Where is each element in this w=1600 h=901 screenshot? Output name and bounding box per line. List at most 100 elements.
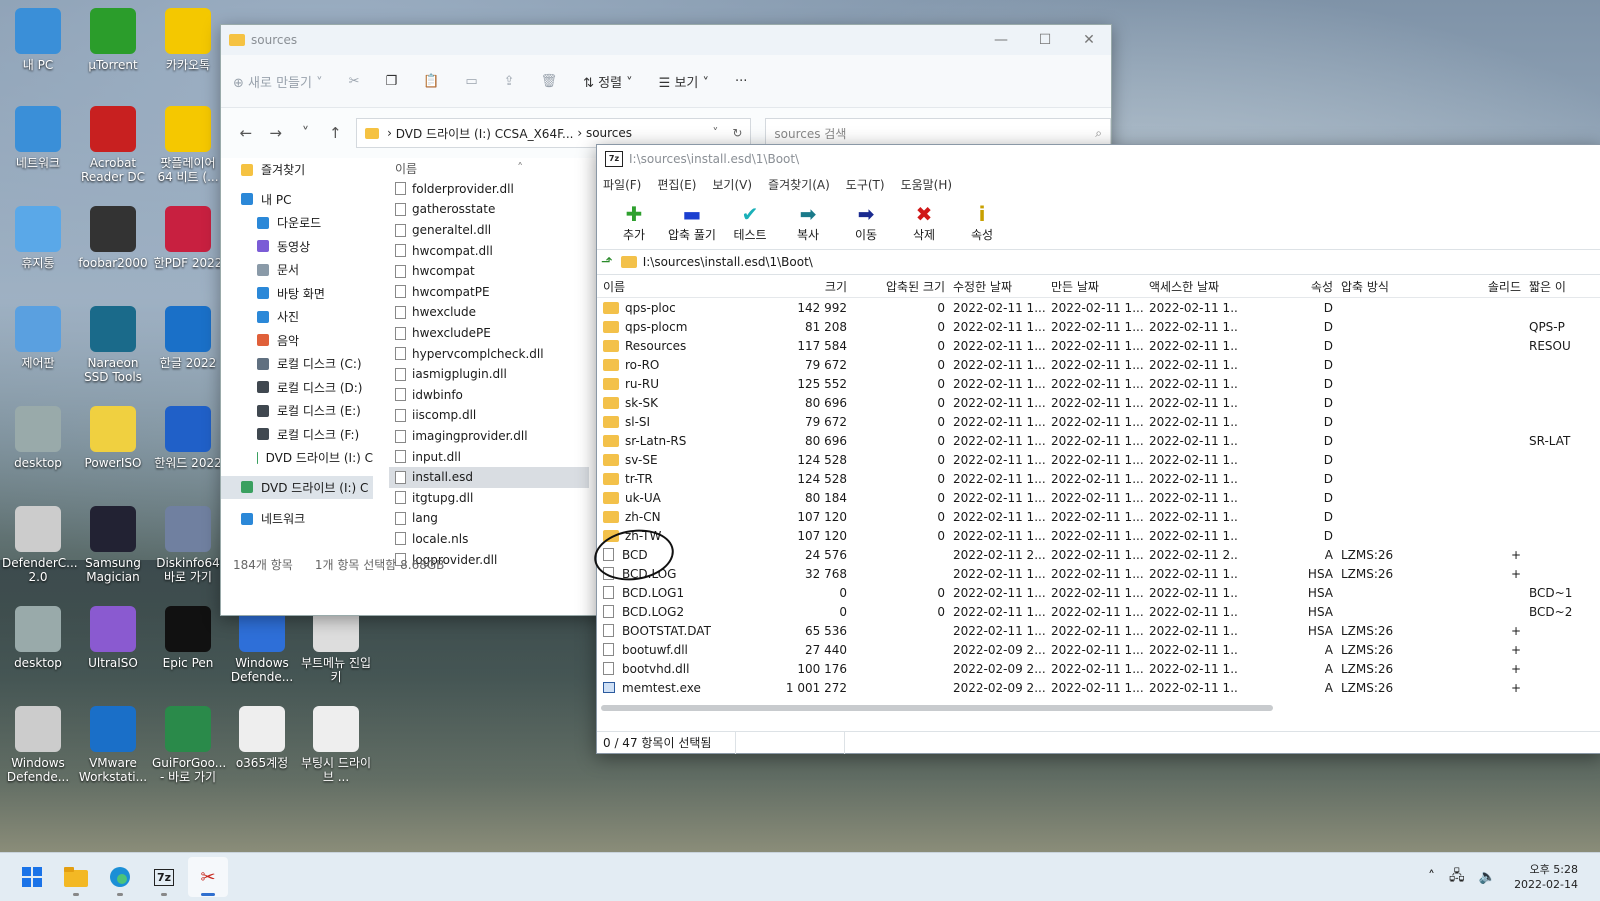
nav-item[interactable]: 로컬 디스크 (F:) (221, 423, 373, 447)
desktop-icon[interactable]: Windows Defende... (226, 606, 298, 684)
up-arrow-icon[interactable]: ↑ (320, 124, 350, 142)
table-row[interactable]: BOOTSTAT.DAT 65 536 2022-02-11 1... 2022-02… (597, 621, 1600, 640)
table-row[interactable]: tr-TR 124 528 0 2022-02-11 1... 2022-02-11 1… (597, 469, 1600, 488)
nav-item[interactable]: 다운로드 (221, 211, 373, 235)
table-row[interactable]: ru-RU 125 552 0 2022-02-11 1... 2022-02-11 1… (597, 374, 1600, 393)
desktop-icon[interactable]: desktop (2, 406, 74, 470)
desktop-icon[interactable]: DefenderC... 2.0 (2, 506, 78, 584)
recent-chevron-icon[interactable]: ˅ (291, 124, 321, 142)
table-row[interactable]: BCD.LOG1 0 0 2022-02-11 1... 2022-02-11 1...… (597, 583, 1600, 602)
horizontal-scrollbar[interactable] (601, 705, 1273, 711)
file-row[interactable]: hwexcludePE (389, 323, 589, 344)
column-header[interactable]: 짧은 이 (1525, 278, 1600, 295)
close-button[interactable]: ✕ (1067, 32, 1111, 48)
desktop-icon[interactable]: 제어판 (2, 306, 74, 370)
file-row[interactable]: install.esd (389, 466, 589, 488)
desktop-icon[interactable]: 카카오톡 (152, 8, 224, 72)
back-arrow-icon[interactable]: ← (231, 124, 261, 142)
table-row[interactable]: ro-RO 79 672 0 2022-02-11 1... 2022-02-11 1.… (597, 355, 1600, 374)
file-row[interactable]: folderprovider.dll (389, 179, 589, 200)
desktop-icon[interactable]: PowerISO (77, 406, 149, 470)
column-header[interactable]: 액세스한 날짜 (1145, 278, 1237, 295)
rename-icon[interactable]: ▭ (465, 74, 477, 89)
desktop-icon[interactable]: Acrobat Reader DC (77, 106, 149, 184)
file-row[interactable]: locale.nls (389, 529, 589, 550)
nav-item[interactable]: 바탕 화면 (221, 282, 373, 306)
paste-icon[interactable]: 📋 (423, 74, 439, 89)
menu-item[interactable]: 보기(V) (712, 176, 752, 193)
column-header[interactable]: 크기 (755, 278, 851, 295)
nav-item[interactable]: 로컬 디스크 (C:) (221, 352, 373, 376)
table-row[interactable]: sr-Latn-RS 80 696 0 2022-02-11 1... 2022-02-… (597, 431, 1600, 450)
edge-icon[interactable] (100, 857, 140, 897)
menu-item[interactable]: 도구(T) (846, 176, 885, 193)
column-header-name[interactable]: 이름 ˄ (389, 158, 589, 179)
folder-up-icon[interactable]: ⬏ (601, 254, 613, 270)
breadcrumb-drive[interactable]: DVD 드라이브 (I:) CCSA_X64F... (396, 125, 574, 142)
maximize-button[interactable]: ☐ (1023, 32, 1067, 48)
table-row[interactable]: Resources 117 584 0 2022-02-11 1... 2022-02-… (597, 336, 1600, 355)
table-row[interactable]: sl-SI 79 672 0 2022-02-11 1... 2022-02-11 1.… (597, 412, 1600, 431)
file-row[interactable]: hwcompat.dll (389, 240, 589, 261)
file-row[interactable]: iiscomp.dll (389, 405, 589, 426)
column-header[interactable]: 수정한 날짜 (949, 278, 1047, 295)
desktop-icon[interactable]: Windows Defende... (2, 706, 74, 784)
delete-icon[interactable]: 🗑 (541, 74, 558, 89)
view-button[interactable]: ☰ 보기 ˅ (659, 72, 709, 91)
toolbar-button[interactable]: ✚ 추가 (605, 202, 663, 249)
file-row[interactable]: imagingprovider.dll (389, 426, 589, 447)
snipping-tool-icon[interactable]: ✂ (188, 857, 228, 897)
nav-item[interactable]: 로컬 디스크 (E:) (221, 399, 373, 423)
nav-item[interactable]: 내 PC (221, 188, 373, 212)
table-row[interactable]: zh-CN 107 120 0 2022-02-11 1... 2022-02-11 1… (597, 507, 1600, 526)
file-row[interactable]: hwcompatPE (389, 282, 589, 303)
column-header[interactable]: 만든 날짜 (1047, 278, 1145, 295)
cut-icon[interactable]: ✂ (349, 74, 360, 89)
menu-item[interactable]: 편집(E) (657, 176, 696, 193)
address-dropdown-icon[interactable]: ˅ (712, 126, 718, 140)
desktop-icon[interactable]: 내 PC (2, 8, 74, 72)
desktop-icon[interactable]: µTorrent (77, 8, 149, 72)
table-row[interactable]: qps-plocm 81 208 0 2022-02-11 1... 2022-02-1… (597, 317, 1600, 336)
desktop-icon[interactable]: Naraeon SSD Tools (77, 306, 149, 384)
toolbar-button[interactable]: ➡ 복사 (779, 202, 837, 249)
nav-item[interactable]: 사진 (221, 305, 373, 329)
chevron-up-icon[interactable]: ˄ (1428, 869, 1435, 885)
explorer-title-bar[interactable]: sources — ☐ ✕ (221, 25, 1111, 55)
desktop-icon[interactable]: 팟플레이어 64 비트 (... (152, 106, 224, 184)
breadcrumb-folder[interactable]: sources (586, 126, 632, 140)
toolbar-button[interactable]: ➡ 이동 (837, 202, 895, 249)
file-row[interactable]: hwcompat (389, 261, 589, 282)
new-button[interactable]: ⊕ 새로 만들기 ˅ (233, 72, 323, 91)
toolbar-button[interactable]: i 속성 (953, 202, 1011, 249)
desktop-icon[interactable]: 한워드 2022 (152, 406, 224, 470)
desktop-icon[interactable]: Epic Pen (152, 606, 224, 670)
file-row[interactable]: lang (389, 508, 589, 529)
nav-item[interactable]: DVD 드라이브 (I:) C (221, 446, 373, 470)
table-row[interactable]: BCD.LOG 32 768 2022-02-11 1... 2022-02-11 1… (597, 564, 1600, 583)
column-header[interactable]: 솔리드 (1429, 278, 1525, 295)
nav-item[interactable]: DVD 드라이브 (I:) C (221, 475, 373, 499)
menu-item[interactable]: 도움말(H) (901, 176, 953, 193)
table-row[interactable]: BCD 24 576 2022-02-11 2... 2022-02-11 1... 2… (597, 545, 1600, 564)
file-row[interactable]: iasmigplugin.dll (389, 364, 589, 385)
column-header[interactable]: 압축된 크기 (851, 278, 949, 295)
7zip-title-bar[interactable]: 7z I:\sources\install.esd\1\Boot\ (597, 145, 1600, 173)
desktop-icon[interactable]: 부팅시 드라이브 ... (300, 706, 372, 784)
table-row[interactable]: sv-SE 124 528 0 2022-02-11 1... 2022-02-11 1… (597, 450, 1600, 469)
menu-item[interactable]: 파일(F) (603, 176, 641, 193)
nav-item[interactable]: 음악 (221, 329, 373, 353)
table-row[interactable]: zh-TW 107 120 0 2022-02-11 1... 2022-02-11 1… (597, 526, 1600, 545)
refresh-icon[interactable]: ↻ (732, 126, 742, 140)
desktop-icon[interactable]: 네트워크 (2, 106, 74, 170)
more-button[interactable]: ··· (735, 74, 747, 89)
toolbar-button[interactable]: ✖ 삭제 (895, 202, 953, 249)
column-header[interactable]: 압축 방식 (1337, 278, 1429, 295)
network-icon[interactable]: 🖧 (1449, 865, 1465, 889)
file-explorer-icon[interactable] (56, 857, 96, 897)
desktop-icon[interactable]: Samsung Magician (77, 506, 149, 584)
nav-item[interactable]: 네트워크 (221, 507, 373, 531)
nav-item[interactable]: 문서 (221, 258, 373, 282)
toolbar-button[interactable]: ✔ 테스트 (721, 202, 779, 249)
file-row[interactable]: input.dll (389, 446, 589, 467)
